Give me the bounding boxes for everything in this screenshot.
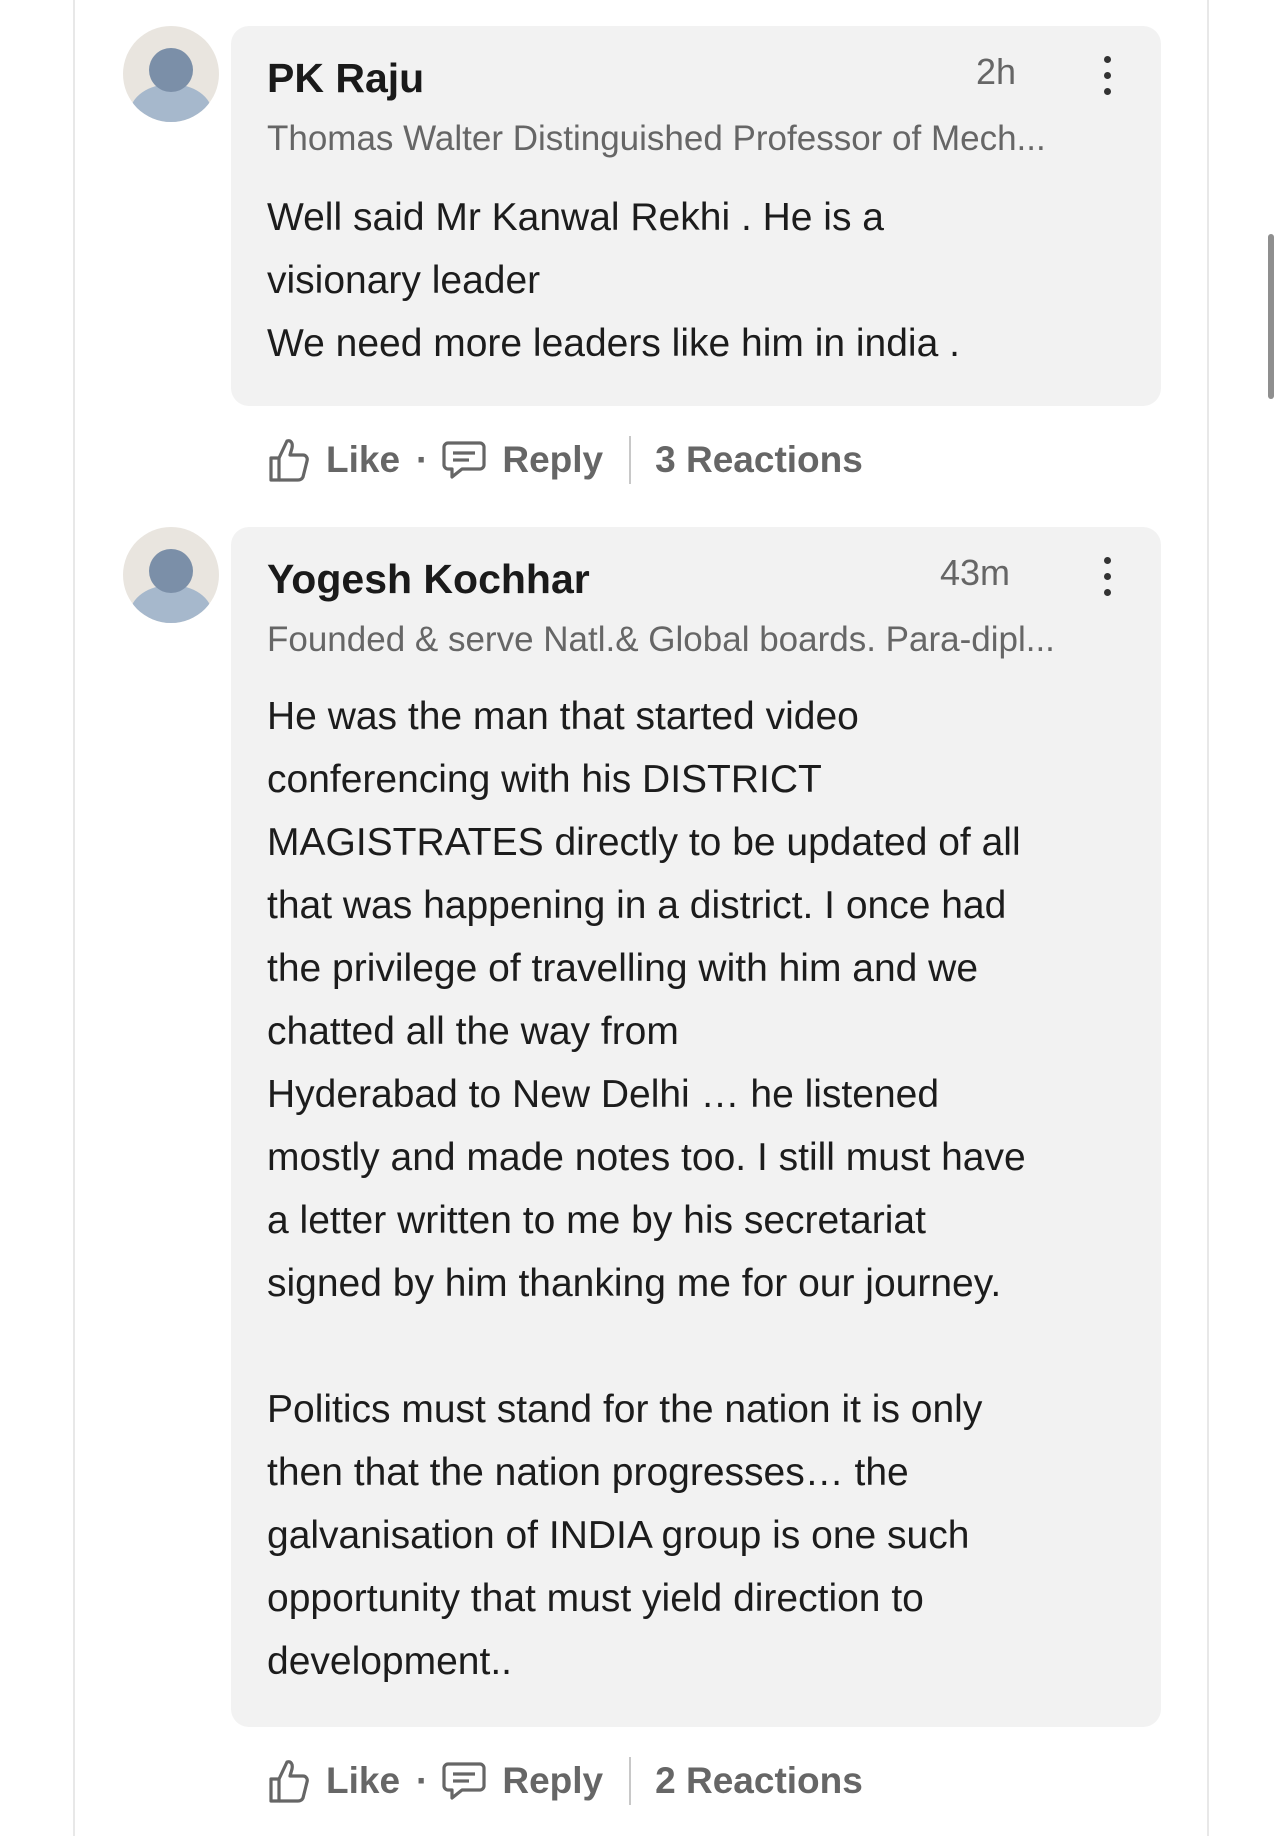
like-button[interactable]: Like [268,437,400,483]
reactions-count[interactable]: 2 Reactions [655,1760,863,1802]
author-name[interactable]: PK Raju [267,54,424,103]
separator-dot: · [416,439,429,480]
avatar[interactable] [123,26,219,122]
divider [629,1757,632,1805]
more-vertical-icon[interactable] [1101,56,1113,96]
divider [629,436,632,484]
timestamp: 2h [976,51,1017,92]
scrollbar[interactable] [1268,234,1274,399]
reactions-count[interactable]: 3 Reactions [655,439,863,481]
like-label: Like [326,439,401,480]
like-button[interactable]: Like [268,1758,400,1804]
reply-button[interactable]: Reply [442,439,603,481]
like-label: Like [326,1760,401,1801]
thumbs-up-icon [269,1760,309,1803]
comment-text: Well said Mr Kanwal Rekhi . He is a visi… [267,196,960,365]
speech-bubble-icon [442,1762,486,1800]
comment-actions: Like · Reply 3 Reactions [268,430,863,490]
more-vertical-icon[interactable] [1101,557,1113,597]
reply-label: Reply [502,439,604,480]
separator-dot: · [416,1760,429,1801]
comment-text: He was the man that started video confer… [267,695,1026,1683]
author-headline: Thomas Walter Distinguished Professor of… [267,119,1046,158]
avatar[interactable] [123,527,219,623]
speech-bubble-icon [442,441,486,479]
reply-label: Reply [502,1760,604,1801]
timestamp: 43m [940,552,1011,593]
comment-bubble: Yogesh Kochhar 43m Founded & serve Natl.… [231,527,1161,1727]
comment-bubble: PK Raju 2h Thomas Walter Distinguished P… [231,26,1161,406]
thumbs-up-icon [269,439,309,482]
author-name[interactable]: Yogesh Kochhar [267,555,590,604]
reply-button[interactable]: Reply [442,1760,603,1802]
comment-actions: Like · Reply 2 Reactions [268,1751,863,1811]
author-headline: Founded & serve Natl.& Global boards. Pa… [267,620,1055,659]
